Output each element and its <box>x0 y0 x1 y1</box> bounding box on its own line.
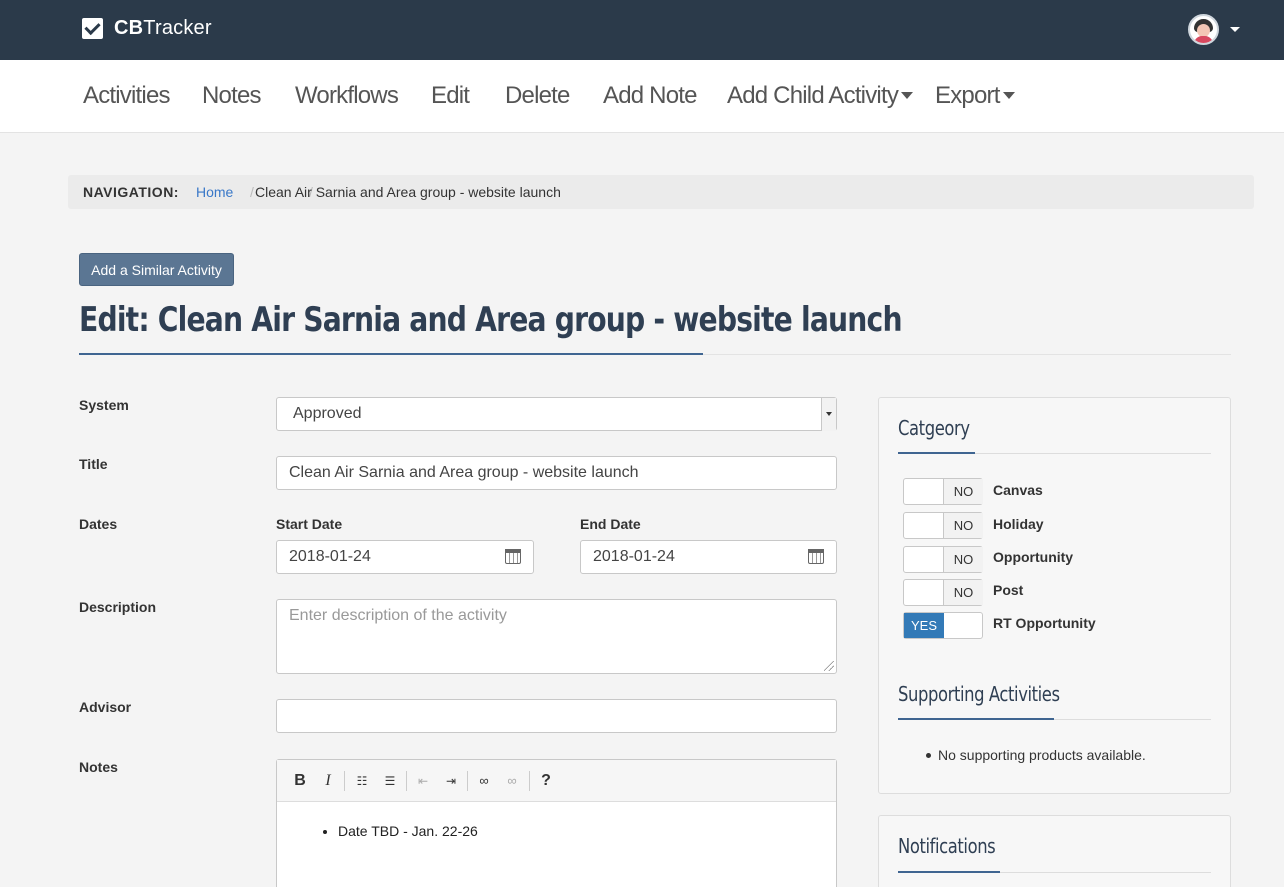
start-date-label: Start Date <box>276 516 343 532</box>
italic-button[interactable]: I <box>319 772 337 790</box>
category-post-label: Post <box>993 582 1024 598</box>
description-placeholder: Enter description of the activity <box>289 607 507 624</box>
description-label: Description <box>79 599 157 615</box>
breadcrumb-current: Clean Air Sarnia and Area group - websit… <box>255 184 561 200</box>
user-menu-caret-icon[interactable] <box>1230 27 1240 32</box>
toggle-post[interactable]: NO <box>903 579 983 606</box>
supporting-empty-text: No supporting products available. <box>926 747 1146 763</box>
category-holiday-label: Holiday <box>993 516 1044 532</box>
resize-grip-icon[interactable] <box>824 661 834 671</box>
advisor-label: Advisor <box>79 699 132 715</box>
description-textarea[interactable]: Enter description of the activity <box>276 599 837 674</box>
outdent-icon[interactable]: ⇤ <box>414 772 432 790</box>
dates-label: Dates <box>79 516 118 532</box>
notifications-title: Notifications <box>898 834 996 858</box>
nav-add-note[interactable]: Add Note <box>603 82 697 110</box>
toggle-holiday[interactable]: NO <box>903 512 983 539</box>
nav-export-label: Export <box>935 82 1000 109</box>
bold-button[interactable]: B <box>291 772 309 790</box>
toggle-opportunity[interactable]: NO <box>903 546 983 573</box>
caret-down-icon <box>1002 91 1015 99</box>
nav-add-child-activity[interactable]: Add Child Activity <box>727 82 914 110</box>
link-icon[interactable]: ∞ <box>475 772 493 790</box>
category-canvas-label: Canvas <box>993 482 1043 498</box>
indent-icon[interactable]: ⇥ <box>442 772 460 790</box>
help-button[interactable]: ? <box>537 772 555 790</box>
nav-notes[interactable]: Notes <box>202 82 261 110</box>
editor-toolbar: B I ☷ ☰ ⇤ ⇥ ∞ ∞ ? <box>277 760 836 802</box>
top-bar: CBTracker <box>0 0 1284 60</box>
user-avatar[interactable] <box>1188 14 1219 45</box>
breadcrumb-label: NAVIGATION: <box>83 184 179 200</box>
title-label: Title <box>79 456 108 472</box>
calendar-icon[interactable] <box>808 549 824 564</box>
brand-name: CBTracker <box>114 17 212 39</box>
brand-logo[interactable]: CBTracker <box>82 17 212 40</box>
add-similar-activity-button[interactable]: Add a Similar Activity <box>79 253 234 286</box>
nav-workflows[interactable]: Workflows <box>295 82 399 110</box>
start-date-input[interactable]: 2018-01-24 <box>276 540 534 574</box>
select-arrow-icon[interactable] <box>821 398 836 431</box>
system-select-value: Approved <box>293 405 362 422</box>
caret-down-icon <box>901 91 914 99</box>
nav-activities[interactable]: Activities <box>83 82 171 110</box>
ordered-list-icon[interactable]: ☷ <box>353 772 371 790</box>
end-date-input[interactable]: 2018-01-24 <box>580 540 837 574</box>
page-title: Edit: Clean Air Sarnia and Area group - … <box>79 300 903 340</box>
toggle-state: NO <box>943 547 983 572</box>
nav-add-child-activity-label: Add Child Activity <box>727 82 899 109</box>
toggle-state: NO <box>943 479 983 504</box>
nav-export[interactable]: Export <box>935 82 1015 110</box>
end-date-value: 2018-01-24 <box>593 548 675 565</box>
toggle-rt-opportunity[interactable]: YES <box>903 612 983 639</box>
breadcrumb: NAVIGATION: / Home / Clean Air Sarnia an… <box>68 175 1254 209</box>
system-select[interactable]: Approved <box>276 397 837 431</box>
title-divider-accent <box>79 353 703 355</box>
nav-edit[interactable]: Edit <box>431 82 470 110</box>
end-date-label: End Date <box>580 516 641 532</box>
notes-list: Date TBD - Jan. 22-26 <box>338 823 478 839</box>
supporting-activities-title: Supporting Activities <box>898 682 1060 706</box>
breadcrumb-home-link[interactable]: Home <box>196 184 233 200</box>
toggle-canvas[interactable]: NO <box>903 478 983 505</box>
checkbox-logo-icon <box>82 18 103 39</box>
bulleted-list-icon[interactable]: ☰ <box>381 772 399 790</box>
nav-delete[interactable]: Delete <box>505 82 570 110</box>
calendar-icon[interactable] <box>505 549 521 564</box>
notes-list-item: Date TBD - Jan. 22-26 <box>338 823 478 839</box>
notifications-panel: Notifications <box>878 815 1231 887</box>
toggle-state: YES <box>904 613 944 638</box>
category-rt-opportunity-label: RT Opportunity <box>993 615 1096 631</box>
toggle-state: NO <box>943 513 983 538</box>
toggle-state: NO <box>943 580 983 605</box>
action-nav: Activities Notes Workflows Edit Delete A… <box>0 60 1284 133</box>
title-input[interactable]: Clean Air Sarnia and Area group - websit… <box>276 456 837 490</box>
notes-label: Notes <box>79 759 118 775</box>
start-date-value: 2018-01-24 <box>289 548 371 565</box>
system-label: System <box>79 397 129 413</box>
category-title: Catgeory <box>898 416 970 440</box>
category-panel: Catgeory NO Canvas NO Holiday NO Opportu… <box>878 397 1231 794</box>
unlink-icon[interactable]: ∞ <box>503 772 521 790</box>
breadcrumb-separator: / <box>250 184 254 200</box>
notes-editor[interactable]: B I ☷ ☰ ⇤ ⇥ ∞ ∞ ? Date TBD - Jan. 22-26 <box>276 759 837 887</box>
advisor-input[interactable] <box>276 699 837 733</box>
category-opportunity-label: Opportunity <box>993 549 1074 565</box>
